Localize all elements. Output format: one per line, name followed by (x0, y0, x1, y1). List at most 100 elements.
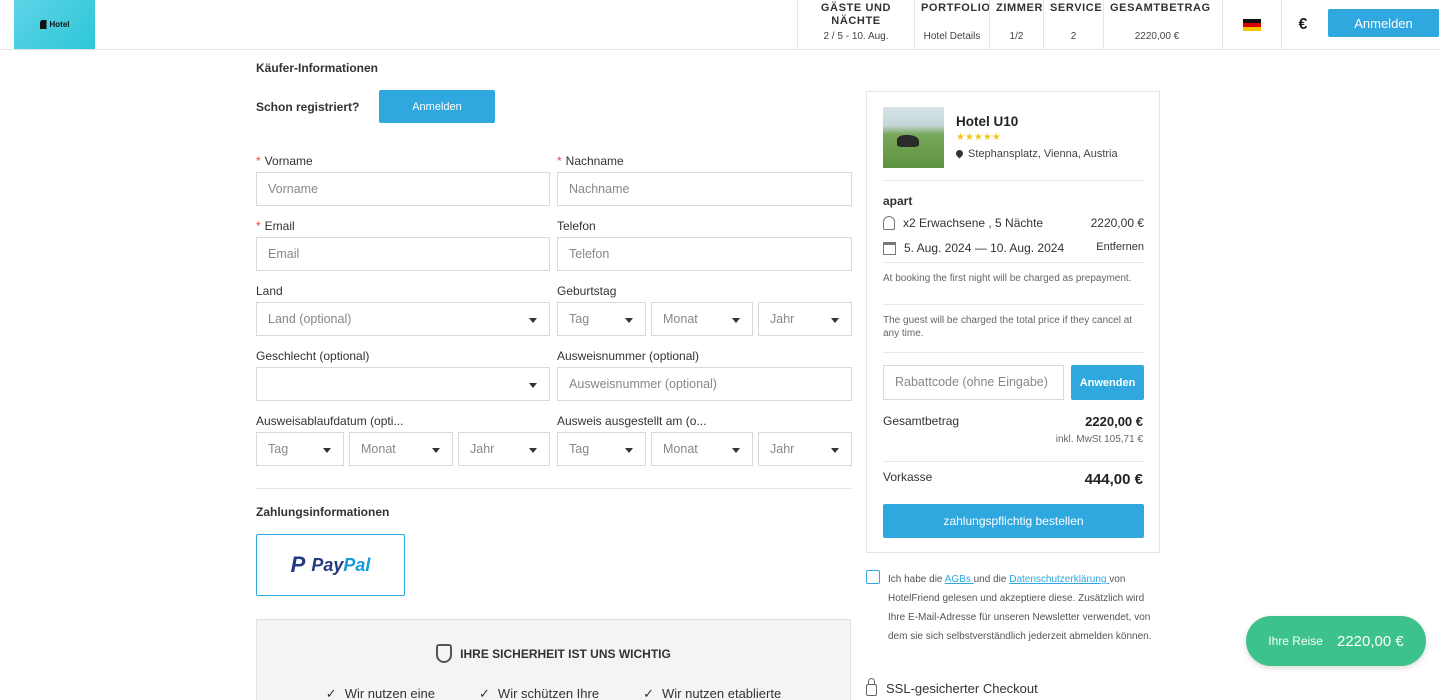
step-title: PORTFOLIO (921, 2, 991, 14)
ssl-text: SSL-gesicherter Checkout (886, 681, 1038, 696)
guests-row: x2 Erwachsene , 5 Nächte 2220,00 € (883, 216, 1144, 230)
security-point: ✓ Wir schützen Ihre (479, 686, 600, 700)
id-expiry-label: Ausweisablaufdatum (opti... (256, 414, 404, 428)
security-heading: IHRE SICHERHEIT IST UNS WICHTIG (257, 644, 850, 663)
gender-select[interactable] (256, 367, 550, 401)
paypal-option[interactable]: P PayPal (256, 534, 405, 596)
divider (883, 352, 1144, 353)
prepayment-value: 444,00 € (1084, 471, 1143, 488)
login-button[interactable]: Anmelden (379, 90, 495, 123)
remove-link[interactable]: Entfernen (1096, 241, 1144, 255)
section-divider (256, 488, 851, 489)
lastname-label: * Nachname (557, 154, 624, 168)
check-icon: ✓ (479, 686, 490, 700)
top-header: Hotel GÄSTE UND NÄCHTE 2 / 5 - 10. Aug. … (0, 0, 1440, 50)
step-title: ZIMMER (996, 2, 1043, 14)
agb-link[interactable]: AGBs (945, 574, 974, 585)
hotel-logo[interactable]: Hotel (14, 0, 95, 49)
check-icon: ✓ (325, 686, 337, 700)
birthday-label: Geburtstag (557, 284, 617, 298)
step-portfolio[interactable]: PORTFOLIO Hotel Details (914, 0, 991, 49)
logo-mark-icon (39, 20, 47, 29)
guests-text: x2 Erwachsene , 5 Nächte (903, 216, 1044, 230)
divider (883, 461, 1144, 462)
required-mark: * (557, 154, 562, 168)
apply-coupon-button[interactable]: Anwenden (1071, 365, 1144, 400)
id-expiry-year-select[interactable]: Jahr (458, 432, 550, 466)
hotel-stars: ★★★★★ (956, 132, 1001, 143)
id-issued-label: Ausweis ausgestellt am (o... (557, 414, 707, 428)
id-number-input[interactable]: Ausweisnummer (optional) (557, 367, 852, 401)
step-total[interactable]: GESAMTBETRAG 2220,00 € (1103, 0, 1210, 49)
paypal-wordmark: PayPal (311, 554, 371, 575)
payment-info-title: Zahlungsinformationen (256, 505, 390, 519)
location-pin-icon (954, 148, 965, 159)
room-type: apart (883, 194, 913, 208)
buyer-info-title: Käufer-Informationen (256, 61, 379, 75)
divider (883, 180, 1144, 181)
id-expiry-month-select[interactable]: Monat (349, 432, 453, 466)
calendar-icon (883, 241, 896, 255)
total-label: Gesamtbetrag (883, 414, 960, 428)
birthday-day-select[interactable]: Tag (557, 302, 646, 336)
total-value: 2220,00 € (1085, 414, 1143, 429)
terms-text: Ich habe die AGBs und die Datenschutzerk… (888, 574, 1152, 642)
language-selector[interactable] (1222, 0, 1281, 49)
booking-steps: GÄSTE UND NÄCHTE 2 / 5 - 10. Aug. PORTFO… (797, 0, 1210, 49)
email-label: * Email (256, 219, 295, 233)
security-title: IHRE SICHERHEIT IST UNS WICHTIG (460, 646, 671, 661)
id-issued-year-select[interactable]: Jahr (758, 432, 852, 466)
check-icon: ✓ (643, 686, 654, 700)
person-icon (883, 216, 895, 230)
currency-selector[interactable]: € (1281, 0, 1324, 49)
id-issued-day-select[interactable]: Tag (557, 432, 646, 466)
step-title: GESAMTBETRAG (1110, 2, 1211, 14)
lock-icon (866, 678, 877, 696)
booking-summary-card: Hotel U10 ★★★★★ Stephansplatz, Vienna, A… (866, 91, 1160, 553)
step-rooms[interactable]: ZIMMER 1/2 (989, 0, 1043, 49)
email-input[interactable]: Email (256, 237, 550, 271)
hotel-thumbnail (883, 107, 944, 168)
prepayment-note: At booking the first night will be charg… (883, 273, 1132, 284)
security-point: ✓ Wir nutzen etablierte (643, 686, 782, 700)
privacy-link[interactable]: Datenschutzerklärung (1009, 574, 1109, 585)
country-select[interactable]: Land (optional) (256, 302, 550, 336)
step-value: 2 (1070, 31, 1077, 42)
step-value: Hotel Details (923, 31, 981, 42)
step-service[interactable]: SERVICE 2 (1043, 0, 1103, 49)
order-button[interactable]: zahlungspflichtig bestellen (883, 504, 1144, 538)
firstname-input[interactable]: Vorname (256, 172, 550, 206)
paypal-icon: P (290, 552, 306, 577)
id-issued-month-select[interactable]: Monat (651, 432, 753, 466)
phone-label: Telefon (557, 219, 596, 233)
cancellation-note: The guest will be charged the total pric… (883, 315, 1133, 339)
dates-row: 5. Aug. 2024 — 10. Aug. 2024 Entfernen (883, 241, 1144, 255)
step-value: 2220,00 € (1134, 31, 1180, 42)
elephant-image (897, 135, 919, 147)
trip-summary-button[interactable]: Ihre Reise 2220,00 € (1246, 616, 1426, 666)
coupon-input[interactable]: Rabattcode (ohne Eingabe) (883, 365, 1064, 400)
step-guests-nights[interactable]: GÄSTE UND NÄCHTE 2 / 5 - 10. Aug. (797, 0, 914, 49)
logo-text: Hotel (49, 20, 70, 29)
required-mark: * (256, 154, 261, 168)
vat-text: inkl. MwSt 105,71 € (1055, 434, 1143, 445)
ssl-badge: SSL-gesicherter Checkout (866, 678, 1038, 696)
lastname-input[interactable]: Nachname (557, 172, 852, 206)
step-value: 2 / 5 - 10. Aug. (823, 31, 889, 42)
divider (883, 304, 1144, 305)
phone-input[interactable]: Telefon (557, 237, 852, 271)
country-label: Land (256, 284, 283, 298)
already-registered-label: Schon registriert? (256, 100, 360, 114)
trip-label: Ihre Reise (1268, 634, 1323, 648)
hotel-address: Stephansplatz, Vienna, Austria (954, 148, 1118, 160)
header-login-button[interactable]: Anmelden (1328, 9, 1439, 37)
german-flag-icon (1243, 18, 1261, 31)
shield-icon (436, 644, 453, 663)
birthday-year-select[interactable]: Jahr (758, 302, 852, 336)
id-expiry-day-select[interactable]: Tag (256, 432, 344, 466)
birthday-month-select[interactable]: Monat (651, 302, 753, 336)
required-mark: * (256, 219, 261, 233)
dates-text: 5. Aug. 2024 — 10. Aug. 2024 (904, 241, 1065, 255)
hotel-name: Hotel U10 (956, 114, 1019, 129)
terms-checkbox[interactable] (866, 570, 880, 584)
